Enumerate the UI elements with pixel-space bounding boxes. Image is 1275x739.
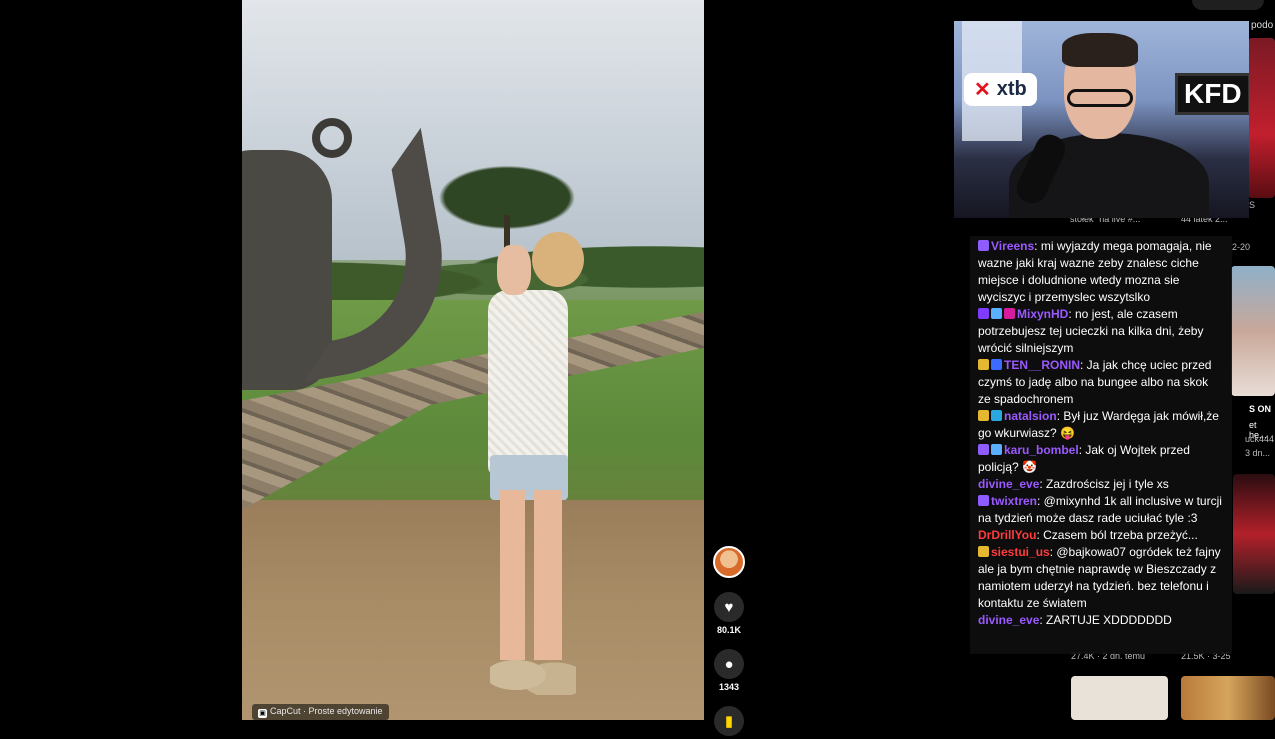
feed-thumbnail[interactable] — [1233, 474, 1275, 594]
chat-badge-icon — [1004, 308, 1015, 319]
bookmark-button[interactable]: ▮ — [714, 706, 744, 736]
streamer-hair — [1062, 33, 1138, 67]
video-person-legs — [500, 490, 562, 660]
chat-badges — [978, 544, 991, 561]
chat-message: karu_bombel: Jak oj Wojtek przed policją… — [978, 442, 1224, 476]
feed-thumbnail[interactable] — [1071, 676, 1168, 720]
chat-username[interactable]: TEN__RONIN — [1004, 358, 1080, 372]
video-person-hands — [497, 245, 531, 295]
chat-text: : Czasem ból trzeba przeżyć... — [1036, 528, 1198, 542]
capcut-watermark-label: CapCut · Proste edytowanie — [270, 706, 383, 716]
capcut-icon: ▣ — [258, 709, 267, 718]
chat-badge-icon — [978, 240, 989, 251]
xtb-logo-text: xtb — [996, 78, 1027, 100]
comment-button[interactable]: ● — [714, 649, 744, 679]
chat-badges — [978, 493, 991, 510]
feed-label: 3 dn... — [1245, 448, 1271, 458]
chat-badge-icon — [978, 444, 989, 455]
chat-badge-icon — [978, 359, 989, 370]
chat-username[interactable]: MixynHD — [1017, 307, 1068, 321]
chat-username[interactable]: divine_eve — [978, 477, 1039, 491]
chat-badge-icon — [991, 410, 1002, 421]
kfd-logo: KFD — [1175, 73, 1249, 115]
chat-badge-icon — [978, 308, 989, 319]
chat-username[interactable]: Vireens — [991, 239, 1034, 253]
webcam-overlay: ✕ xtb KFD — [954, 21, 1249, 218]
video-elephant-trunk-tip — [312, 118, 352, 158]
video-person-head — [532, 232, 584, 287]
video-ground — [242, 500, 704, 720]
feed-label: S ON — [1249, 404, 1272, 414]
chat-badges — [978, 408, 1004, 425]
comment-count: 1343 — [718, 682, 740, 692]
chat-message: natalsion: Był juz Wardęga jak mówił,że … — [978, 408, 1224, 442]
feed-thumbnail[interactable] — [1248, 38, 1275, 198]
feed-label: 2-20 — [1232, 242, 1251, 252]
video-person-boots — [490, 645, 576, 695]
chat-username[interactable]: divine_eve — [978, 613, 1039, 627]
chat-message: TEN__RONIN: Ja jak chcę uciec przed czym… — [978, 357, 1224, 408]
feed-label: uck444 — [1245, 434, 1275, 444]
chat-badges — [978, 442, 1004, 459]
like-button[interactable]: ♥ — [714, 592, 744, 622]
chat-badge-icon — [978, 495, 989, 506]
feed-thumbnail[interactable] — [1231, 266, 1275, 396]
video-actions: ♥ 80.1K ● 1343 ▮ — [710, 546, 748, 739]
chat-message: DrDrillYou: Czasem ból trzeba przeżyć... — [978, 527, 1224, 544]
chat-username[interactable]: karu_bombel — [1004, 443, 1079, 457]
capcut-watermark[interactable]: ▣ CapCut · Proste edytowanie — [252, 704, 389, 720]
chat-badge-icon — [991, 444, 1002, 455]
chat-badges — [978, 306, 1017, 323]
xtb-logo: ✕ xtb — [964, 73, 1037, 106]
heart-icon: ♥ — [724, 598, 734, 616]
chat-message: siestui_us: @bajkowa07 ogródek też fajny… — [978, 544, 1224, 612]
chat-text: : Zazdrościsz jej i tyle xs — [1039, 477, 1169, 491]
feed-label: S — [1249, 200, 1256, 210]
feed-thumbnail[interactable] — [1181, 676, 1275, 720]
chat-message: divine_eve: ZARTUJE XDDDDDDD — [978, 612, 1224, 629]
chat-badges — [978, 238, 991, 255]
chat-message: divine_eve: Zazdrościsz jej i tyle xs — [978, 476, 1224, 493]
bookmark-icon: ▮ — [724, 713, 734, 730]
chat-username[interactable]: DrDrillYou — [978, 528, 1036, 542]
chat-username[interactable]: twixtren — [991, 494, 1037, 508]
chat-text: : ZARTUJE XDDDDDDD — [1039, 613, 1172, 627]
live-chat: Vireens: mi wyjazdy mega pomagaja, nie w… — [970, 236, 1232, 654]
chat-message: MixynHD: no jest, ale czasem potrzebujes… — [978, 306, 1224, 357]
comment-icon: ● — [724, 655, 734, 673]
chat-message: Vireens: mi wyjazdy mega pomagaja, nie w… — [978, 238, 1224, 306]
streamer-glasses — [1067, 89, 1133, 107]
creator-avatar[interactable] — [713, 546, 745, 578]
chat-badges — [978, 357, 1004, 374]
video-player[interactable] — [242, 0, 704, 720]
like-count: 80.1K — [716, 625, 742, 635]
chat-badge-icon — [991, 359, 1002, 370]
video-person — [488, 290, 568, 475]
chat-badge-icon — [991, 308, 1002, 319]
chat-badge-icon — [978, 410, 989, 421]
xtb-x-icon: ✕ — [974, 79, 991, 101]
chat-username[interactable]: siestui_us — [991, 545, 1050, 559]
chat-message: twixtren: @mixynhd 1k all inclusive w tu… — [978, 493, 1224, 527]
chat-badge-icon — [978, 546, 989, 557]
chat-username[interactable]: natalsion — [1004, 409, 1057, 423]
